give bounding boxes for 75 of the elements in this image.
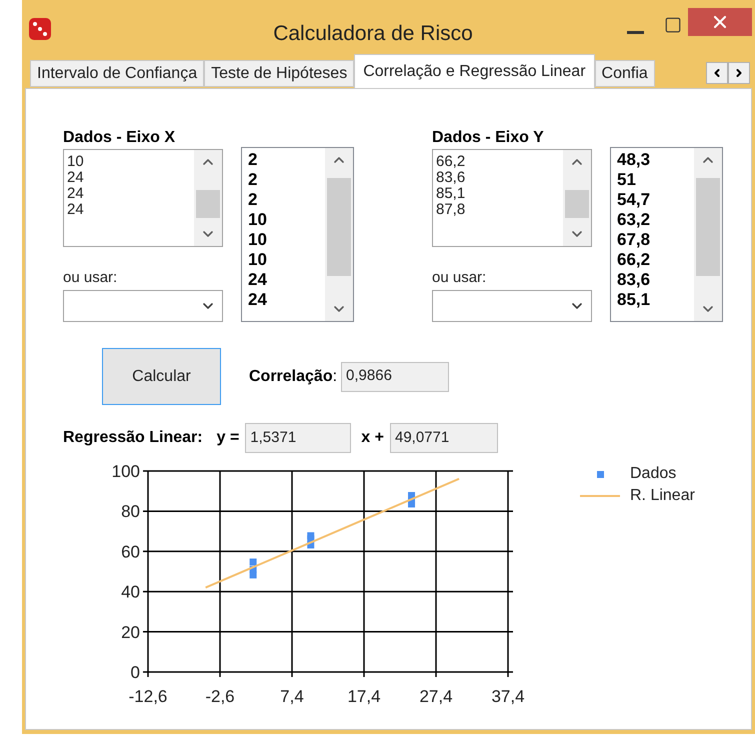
y-tick-label: 60: [121, 542, 140, 562]
x-tick-label: 17,4: [347, 687, 381, 706]
tab[interactable]: Teste de Hipóteses: [204, 60, 354, 87]
list-entry[interactable]: 48,3: [617, 150, 694, 170]
scrollbar[interactable]: [694, 148, 722, 321]
list-entry[interactable]: 2: [248, 190, 325, 210]
calculate-button[interactable]: Calcular: [102, 348, 221, 405]
list-entry[interactable]: 66,2: [617, 250, 694, 270]
x-tick-label: -2,6: [205, 687, 235, 706]
x-tick-label: 37,4: [491, 687, 525, 706]
group-label: Dados - Eixo Y: [432, 129, 545, 148]
list-entry[interactable]: 10: [248, 250, 325, 270]
group-label: Dados - Eixo X: [63, 129, 176, 148]
y-tick-label: 20: [121, 622, 140, 642]
list-entry[interactable]: 51: [617, 170, 694, 190]
tab-scroll-right-button[interactable]: [728, 62, 750, 84]
y-tick-label: 0: [130, 663, 140, 682]
scrollbar-thumb[interactable]: [696, 178, 720, 276]
slope-field: 1,5371: [245, 423, 352, 453]
scrollbar-thumb[interactable]: [565, 190, 589, 218]
window-title: Calculadora de Risco: [272, 21, 474, 47]
list-entry[interactable]: 54,7: [617, 190, 694, 210]
legend-label: R. Linear: [630, 486, 695, 506]
list-entry[interactable]: 85,1: [617, 290, 694, 310]
list-entry[interactable]: 2: [248, 170, 325, 190]
minimize-icon: [627, 30, 644, 34]
tab[interactable]: Confia: [594, 60, 655, 87]
scrollbar-thumb[interactable]: [327, 178, 351, 276]
list-entry[interactable]: 2: [248, 150, 325, 170]
tab[interactable]: Correlação e Regressão Linear: [354, 54, 595, 88]
dropdown[interactable]: [63, 290, 223, 322]
list-entry[interactable]: 67,8: [617, 230, 694, 250]
list-entry[interactable]: 24: [67, 170, 194, 186]
values-listbox[interactable]: 2 2 2 10 10 10 24 24: [241, 147, 354, 322]
list-entry[interactable]: 10: [67, 154, 194, 170]
data-listbox[interactable]: 10 24 24 24: [63, 149, 223, 247]
values-listbox[interactable]: 48,3 51 54,7 63,2 67,8 66,2 83,6 85,1: [610, 147, 723, 322]
list-entry[interactable]: 24: [67, 186, 194, 202]
list-entry[interactable]: 83,6: [436, 170, 563, 186]
y-tick-label: 40: [121, 582, 140, 602]
list-entry[interactable]: 10: [248, 230, 325, 250]
y-tick-label: 100: [112, 462, 140, 481]
list-entry[interactable]: 87,8: [436, 202, 563, 218]
scrollbar-thumb[interactable]: [196, 190, 220, 218]
legend-label: Dados: [630, 464, 676, 484]
x-plus-label: x +: [361, 428, 384, 448]
tab-scroll-left-button[interactable]: [706, 62, 728, 84]
close-button[interactable]: [688, 8, 752, 36]
data-listbox[interactable]: 66,2 83,6 85,1 87,8: [432, 149, 592, 247]
list-entry[interactable]: 63,2: [617, 210, 694, 230]
dropdown[interactable]: [432, 290, 592, 322]
dice-icon: [27, 16, 53, 42]
list-entry[interactable]: 24: [248, 270, 325, 290]
maximize-icon: [664, 16, 682, 34]
y-tick-label: 80: [121, 502, 140, 522]
intercept-field: 49,0771: [390, 423, 498, 453]
regression-label: Regressão Linear:: [63, 428, 203, 448]
x-tick-label: 7,4: [280, 687, 304, 706]
correlation-label: Correlação:: [249, 366, 338, 386]
list-entry[interactable]: 24: [248, 290, 325, 310]
list-entry[interactable]: 83,6: [617, 270, 694, 290]
list-entry[interactable]: 66,2: [436, 154, 563, 170]
scrollbar[interactable]: [563, 150, 591, 246]
alt-label: ou usar:: [432, 269, 488, 287]
tab[interactable]: Intervalo de Confiança: [30, 60, 204, 87]
x-tick-label: 27,4: [419, 687, 453, 706]
x-tick-label: -12,6: [128, 687, 168, 706]
list-entry[interactable]: 85,1: [436, 186, 563, 202]
list-entry[interactable]: 24: [67, 202, 194, 218]
alt-label: ou usar:: [63, 269, 118, 287]
correlation-field: 0,9866: [341, 362, 450, 392]
scrollbar[interactable]: [325, 148, 353, 321]
list-entry[interactable]: 10: [248, 210, 325, 230]
y-equals-label: y =: [216, 428, 240, 448]
scrollbar[interactable]: [194, 150, 222, 246]
